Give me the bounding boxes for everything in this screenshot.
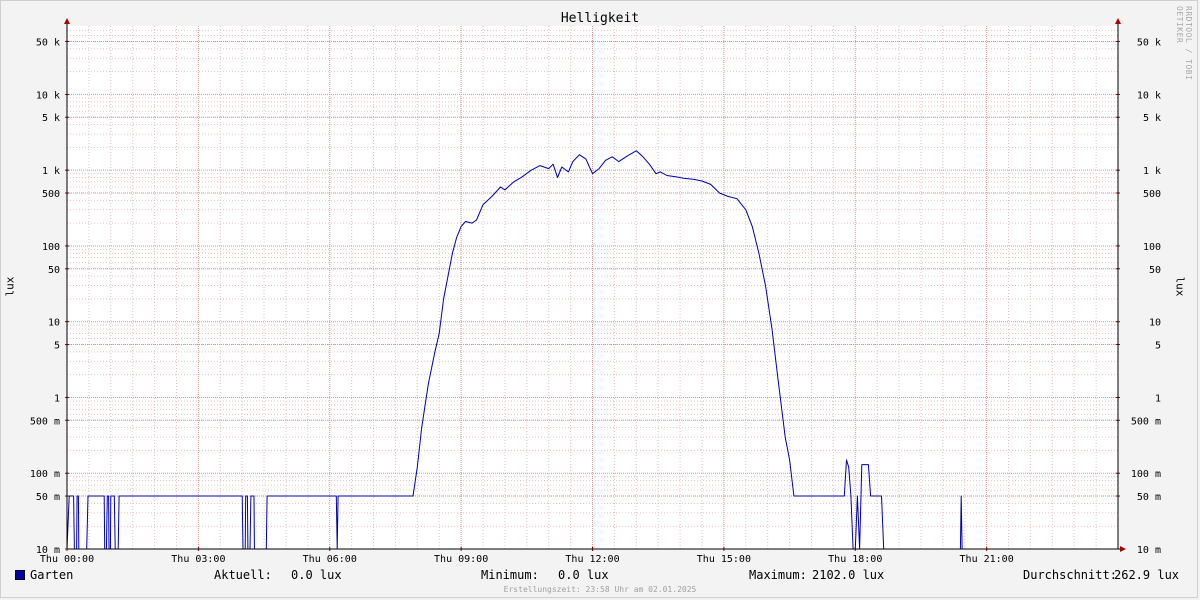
- legend: Garten Aktuell: 0.0 lux Minimum: 0.0 lux…: [0, 568, 1200, 584]
- y-tick-label-right: 50 m: [1137, 492, 1161, 503]
- y-tick-label-right: 500 m: [1131, 416, 1161, 427]
- y-tick-label-right: 50 k: [1137, 37, 1161, 48]
- y-tick-label-left: 100 m: [30, 469, 60, 480]
- y-tick-label-right: 1 k: [1143, 166, 1161, 177]
- legend-max-value: 2102.0 lux: [812, 568, 885, 582]
- y-tick-label-left: 500 m: [30, 416, 60, 427]
- y-tick-label-right: 100: [1143, 242, 1161, 253]
- y-tick-label-left: 10 k: [36, 90, 60, 101]
- y-tick-label-left: 5 k: [42, 113, 60, 124]
- y-tick-label-right: 5: [1155, 341, 1161, 352]
- legend-avg-value: 262.9 lux: [1114, 568, 1180, 582]
- x-axis-arrow: [1120, 546, 1126, 552]
- legend-current-label: Aktuell:: [214, 568, 272, 582]
- x-tick-label: Thu 21:00: [960, 554, 1014, 565]
- legend-min-value: 0.0 lux: [558, 568, 609, 582]
- y-tick-label-right: 10: [1149, 318, 1161, 329]
- y-axis-arrow-left: [64, 18, 70, 24]
- x-tick-label: Thu 00:00: [40, 554, 94, 565]
- y-tick-label-left: 100: [42, 242, 60, 253]
- y-tick-label-left: 5: [54, 341, 60, 352]
- y-tick-label-right: 5 k: [1143, 113, 1161, 124]
- x-tick-label: Thu 09:00: [434, 554, 488, 565]
- y-tick-label-right: 1: [1155, 393, 1161, 404]
- y-axis-arrow-right: [1115, 18, 1121, 24]
- y-tick-label-left: 500: [42, 189, 60, 200]
- y-tick-label-left: 50 k: [36, 37, 60, 48]
- x-tick-label: Thu 15:00: [697, 554, 751, 565]
- y-tick-label-left: 1: [54, 393, 60, 404]
- y-tick-label-right: 100 m: [1131, 469, 1161, 480]
- x-tick-label: Thu 03:00: [171, 554, 225, 565]
- x-tick-label: Thu 06:00: [303, 554, 357, 565]
- y-tick-label-right: 10 m: [1137, 545, 1161, 556]
- footer-timestamp: Erstellungszeit: 23:58 Uhr am 02.01.2025: [503, 585, 697, 594]
- y-tick-label-left: 50 m: [36, 492, 60, 503]
- y-tick-label-left: 50: [48, 265, 60, 276]
- legend-min-label: Minimum:: [481, 568, 539, 582]
- y-tick-label-left: 10: [48, 318, 60, 329]
- legend-series-name: Garten: [30, 568, 74, 582]
- y-tick-label-left: 1 k: [42, 166, 60, 177]
- y-tick-label-right: 10 k: [1137, 90, 1161, 101]
- legend-max-label: Maximum:: [749, 568, 807, 582]
- x-tick-label: Thu 12:00: [565, 554, 619, 565]
- x-tick-label: Thu 18:00: [828, 554, 882, 565]
- legend-current-value: 0.0 lux: [291, 568, 342, 582]
- chart-plot: 50 k 50 k 10 k 10 k 5 k 5 k 1 k 1 k 500 500 100 100…: [30, 18, 1161, 565]
- legend-avg-label: Durchschnitt:: [1023, 568, 1117, 582]
- y-tick-label-right: 500: [1143, 189, 1161, 200]
- y-tick-label-right: 50: [1149, 265, 1161, 276]
